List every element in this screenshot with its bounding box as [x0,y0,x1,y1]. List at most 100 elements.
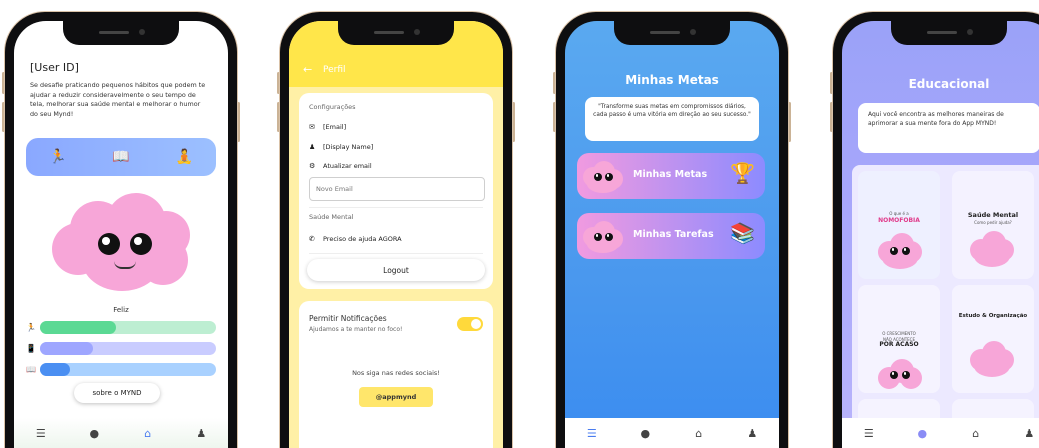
running-icon[interactable]: 🏃 [49,149,66,165]
tile-title: POR ACASO [879,341,919,348]
books-icon: 📚 [730,221,755,245]
checklist-icon[interactable]: ☰ [30,422,52,444]
notifications-toggle[interactable] [457,317,483,331]
book-icon: 📖 [26,365,36,374]
meter-fill [40,363,70,376]
meter-track [40,321,216,334]
running-icon: 🏃 [26,323,36,332]
settings-section-label: Configurações [309,103,356,111]
mental-health-card[interactable]: Saúde Mental Como pedir ajuda? [952,171,1034,279]
about-mynd-button[interactable]: sobre o MYND [74,383,160,403]
motivational-quote: "Transforme suas metas em compromissos d… [585,97,759,141]
profile-screen: ← Perfil Configurações ✉ [Email] ♟ [Disp… [289,21,503,448]
logout-button[interactable]: Logout [307,259,485,281]
activity-meter: 🏃 [26,321,216,334]
display-name-row: ♟ [Display Name] [309,141,373,153]
help-now-row[interactable]: ✆ Preciso de ajuda AGORA [309,233,402,245]
educational-screen: Educacional Aqui você encontra as melhor… [842,21,1039,448]
book-icon[interactable]: 📖 [112,149,129,165]
phone-call-icon: ✆ [309,235,315,243]
person-icon[interactable]: ♟ [741,422,763,444]
person-icon: ♟ [309,143,316,151]
content-grid: O que é a NOMOFOBIA Saúde Mental Como pe… [852,165,1039,435]
home-icon[interactable]: ⌂ [965,422,987,444]
phone-home: [User ID] Se desafie praticando pequenos… [2,12,240,448]
mental-health-section-label: Saúde Mental [309,213,354,221]
reading-meter: 📖 [26,363,216,376]
person-icon[interactable]: ♟ [190,422,212,444]
phone-side-button [788,102,791,142]
info-icon[interactable]: ● [634,422,656,444]
my-goals-label: Minhas Metas [633,169,708,180]
home-screen: [User ID] Se desafie praticando pequenos… [14,21,228,448]
email-row: ✉ [Email] [309,121,346,133]
meditation-icon[interactable]: 🧘 [176,149,193,165]
mascot-icon [878,359,922,393]
page-title: Educacional [908,77,990,91]
tile-title: Saúde Mental [967,211,1019,219]
mail-icon: ✉ [309,123,315,131]
mascot-eye [98,233,120,255]
meter-fill [40,321,116,334]
mascot-icon [583,161,623,193]
my-tasks-label: Minhas Tarefas [633,229,714,240]
checklist-icon[interactable]: ☰ [581,422,603,444]
divider [309,207,483,208]
goals-screen: Minhas Metas "Transforme suas metas em c… [565,21,779,448]
phone-side-button [512,102,515,142]
tile-title: Estudo & Organização [958,313,1028,319]
bottom-nav: ☰ ● ⌂ ♟ [14,418,228,448]
info-icon[interactable]: ● [83,422,105,444]
phone-profile: ← Perfil Configurações ✉ [Email] ♟ [Disp… [277,12,515,448]
page-title: Minhas Metas [625,73,719,87]
tile-subtitle: Como pedir ajuda? [974,220,1012,225]
gear-icon: ⚙ [309,162,316,170]
meter-track [40,342,216,355]
educational-intro: Aqui você encontra as melhores maneiras … [858,103,1039,153]
mascot-icon [878,233,922,269]
back-arrow-icon[interactable]: ← [303,63,312,76]
phone-notch [63,21,179,45]
mascot-icon [970,341,1014,377]
home-icon[interactable]: ⌂ [688,422,710,444]
new-email-input[interactable] [309,177,485,201]
mascot-eye [130,233,152,255]
phone-goals: Minhas Metas "Transforme suas metas em c… [553,12,791,448]
nomofobia-card[interactable]: O que é a NOMOFOBIA [858,171,940,279]
activity-bar: 🏃 📖 🧘 [26,138,216,176]
bottom-nav: ☰ ● ⌂ ♟ [565,418,779,448]
info-icon[interactable]: ● [911,422,933,444]
meter-fill [40,342,93,355]
email-value: [Email] [323,123,347,131]
user-id: [User ID] [30,61,79,74]
mascot-icon [970,231,1014,267]
mynd-mascot [52,193,192,293]
person-icon[interactable]: ♟ [1018,422,1039,444]
trophy-icon: 🏆 [730,161,755,185]
phone-side-button [237,102,240,142]
my-tasks-button[interactable]: Minhas Tarefas 📚 [577,213,765,259]
phone-notch [338,21,454,45]
checklist-icon[interactable]: ☰ [858,422,880,444]
social-label: Nos siga nas redes sociais! [352,369,440,377]
study-card[interactable]: Estudo & Organização [952,285,1034,393]
meter-track [40,363,216,376]
display-name-value: [Display Name] [323,143,374,151]
update-email-row[interactable]: ⚙ Atualizar email [309,160,372,172]
page-title: Perfil [323,65,346,75]
tile-kicker: O que é a [889,211,909,216]
mood-label: Feliz [113,306,129,314]
phone-icon: 📱 [26,344,36,353]
phone-notch [614,21,730,45]
notifications-subtitle: Ajudamos a te manter no foco! [309,326,403,333]
bottom-nav: ☰ ● ⌂ ♟ [842,418,1039,448]
tile-kicker: O CRESCIMENTO [882,331,916,336]
social-handle-button[interactable]: @appmynd [359,387,433,407]
notifications-title: Permitir Notificações [309,314,387,323]
update-email-label: Atualizar email [323,162,372,170]
growth-card[interactable]: O CRESCIMENTO NÃO ACONTECE POR ACASO [858,285,940,393]
phone-educational: Educacional Aqui você encontra as melhor… [830,12,1039,448]
my-goals-button[interactable]: Minhas Metas 🏆 [577,153,765,199]
home-icon[interactable]: ⌂ [137,422,159,444]
habits-description: Se desafie praticando pequenos hábitos q… [30,81,206,118]
